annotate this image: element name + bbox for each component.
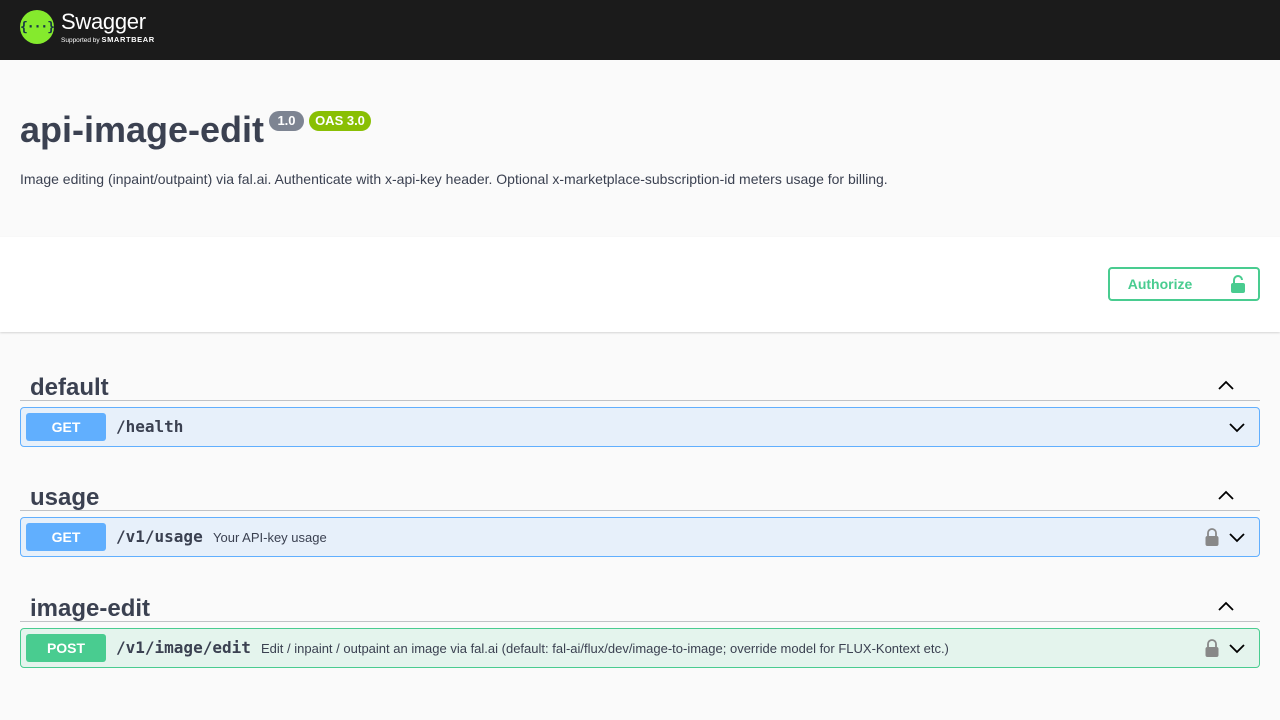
authorize-button[interactable]: Authorize [1108, 267, 1260, 301]
tag-name: image-edit [30, 595, 151, 622]
supported-by: Supported by SMARTBEAR [61, 36, 155, 45]
chevron-down-icon[interactable] [1227, 527, 1247, 547]
lock-icon[interactable] [1205, 639, 1219, 657]
brand-name: Swagger [61, 9, 146, 34]
operation-path: /v1/image/edit [116, 638, 251, 657]
method-badge: POST [26, 634, 106, 662]
method-badge: GET [26, 413, 106, 441]
chevron-up-icon[interactable] [1216, 485, 1236, 505]
scheme-container: Authorize [0, 237, 1280, 332]
operation-path: /health [116, 417, 184, 436]
tag-name: default [30, 374, 109, 401]
api-description: Image editing (inpaint/outpaint) via fal… [20, 171, 888, 187]
chevron-up-icon[interactable] [1216, 375, 1236, 395]
supported-by-label: Supported by [61, 37, 100, 44]
operation-get-health[interactable]: GET /health [20, 407, 1260, 447]
oas-badge: OAS 3.0 [309, 111, 371, 131]
tag-name: usage [30, 484, 100, 511]
api-title: api-image-edit [20, 109, 265, 150]
operation-summary: Your API-key usage [213, 530, 327, 545]
operation-summary: Edit / inpaint / outpaint an image via f… [261, 641, 949, 656]
lock-icon[interactable] [1205, 528, 1219, 546]
chevron-up-icon[interactable] [1216, 596, 1236, 616]
operation-post-image-edit[interactable]: POST /v1/image/edit Edit / inpaint / out… [20, 628, 1260, 668]
tag-section-default[interactable]: default [20, 361, 1260, 401]
tag-section-image-edit[interactable]: image-edit [20, 582, 1260, 622]
version-badge: 1.0 [269, 111, 304, 131]
swagger-logo-icon: {···} [20, 10, 55, 44]
swagger-logo[interactable]: {···} Swagger Supported by SMARTBEAR [20, 10, 155, 45]
method-badge: GET [26, 523, 106, 551]
operation-path: /v1/usage [116, 527, 203, 546]
unlocked-icon [1231, 275, 1246, 293]
authorize-label: Authorize [1127, 276, 1193, 292]
logo-text: Swagger Supported by SMARTBEAR [61, 10, 155, 45]
chevron-down-icon[interactable] [1227, 638, 1247, 658]
sponsor-name: SMARTBEAR [101, 35, 155, 44]
tag-section-usage[interactable]: usage [20, 471, 1260, 511]
chevron-down-icon[interactable] [1227, 417, 1247, 437]
topbar: {···} Swagger Supported by SMARTBEAR [0, 0, 1280, 60]
operation-get-usage[interactable]: GET /v1/usage Your API-key usage [20, 517, 1260, 557]
api-info: api-image-edit 1.0 OAS 3.0 Image editing… [0, 60, 1280, 237]
